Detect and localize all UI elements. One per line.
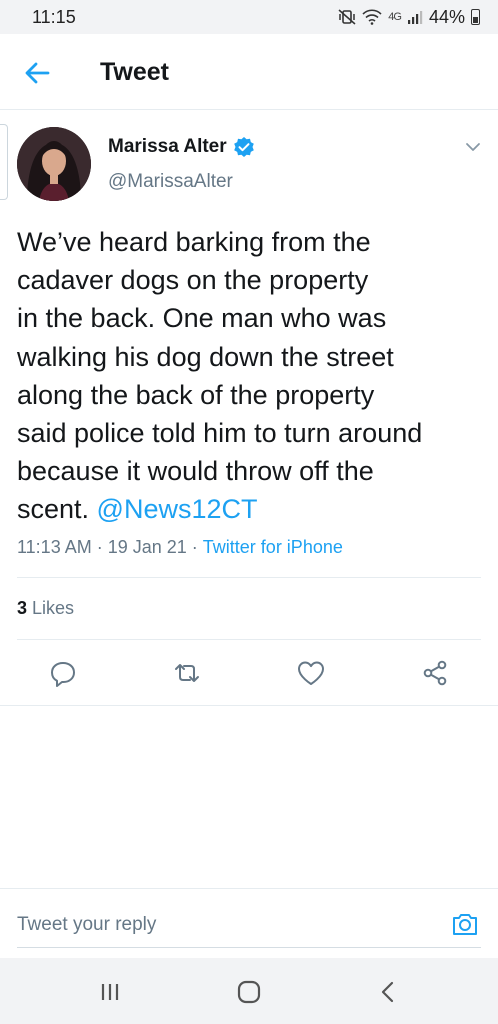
arrow-left-icon[interactable]	[22, 58, 52, 88]
likes-count-link[interactable]: 3 Likes	[17, 598, 74, 619]
back-nav-icon[interactable]	[373, 978, 403, 1006]
meta-separator: ·	[91, 537, 108, 557]
home-icon[interactable]	[234, 978, 264, 1006]
likes-count: 3	[17, 598, 28, 618]
mute-vibrate-icon	[338, 9, 356, 25]
tweet-actions	[0, 650, 498, 700]
avatar-image	[17, 127, 91, 201]
system-nav-bar	[0, 958, 498, 1024]
like-icon[interactable]	[296, 658, 326, 688]
network-type: 4G	[388, 11, 402, 23]
divider	[17, 577, 481, 578]
reply-icon[interactable]	[48, 658, 78, 688]
status-icons: 4G 44%	[338, 7, 480, 28]
signal-icon	[407, 11, 423, 24]
likes-label: Likes	[27, 598, 75, 618]
reply-underline	[17, 947, 481, 948]
top-app-bar: Tweet	[0, 34, 498, 110]
share-icon[interactable]	[420, 658, 450, 688]
camera-icon[interactable]	[450, 909, 480, 939]
tweet-body: We’ve heard barking from the cadaver dog…	[17, 227, 423, 525]
battery-icon	[471, 9, 480, 25]
author-name-row[interactable]: Marissa Alter	[108, 136, 255, 158]
wifi-icon	[362, 9, 382, 25]
recent-apps-icon[interactable]	[95, 978, 125, 1006]
page-title: Tweet	[100, 58, 169, 86]
author-display-name[interactable]: Marissa Alter	[108, 136, 227, 158]
mention-link[interactable]: @News12CT	[97, 494, 258, 524]
scroll-indicator	[0, 124, 8, 200]
divider	[0, 705, 498, 706]
tweet-date: 19 Jan 21	[107, 537, 187, 557]
tweet-meta: 11:13 AM · 19 Jan 21 · Twitter for iPhon…	[17, 537, 343, 558]
tweet-source-link[interactable]: Twitter for iPhone	[203, 537, 343, 558]
avatar[interactable]	[17, 127, 91, 201]
tweet-time: 11:13 AM	[17, 537, 92, 557]
divider	[17, 639, 481, 640]
tweet-text: We’ve heard barking from the cadaver dog…	[17, 223, 487, 529]
reply-bar	[0, 888, 498, 958]
retweet-icon[interactable]	[172, 658, 202, 688]
reply-input[interactable]	[17, 911, 437, 939]
chevron-down-icon[interactable]	[462, 139, 484, 155]
status-time: 11:15	[32, 6, 76, 27]
status-bar: 11:15 4G 44%	[0, 0, 498, 34]
verified-badge-icon	[233, 137, 254, 157]
battery-percent: 44%	[428, 6, 465, 27]
meta-separator: ·	[186, 537, 203, 557]
author-handle[interactable]: @MarissaAlter	[108, 171, 233, 193]
